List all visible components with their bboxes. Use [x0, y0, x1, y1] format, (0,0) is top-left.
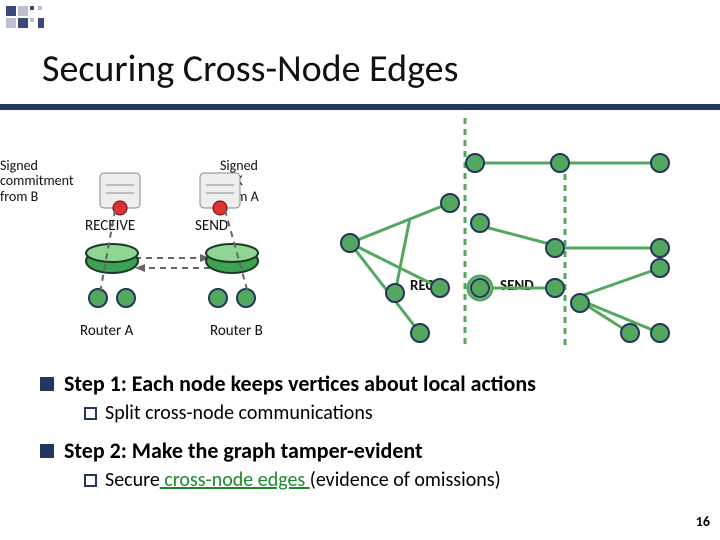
router-b-icon — [206, 244, 258, 307]
steps-list: Step 1: Each node keeps vertices about l… — [40, 370, 700, 504]
diagram-area: Signed commitment from B Signed ACK from… — [0, 118, 720, 348]
bullet-square-icon — [40, 377, 54, 391]
scroll-icon — [200, 173, 240, 215]
slide-corner-ornament — [6, 6, 44, 28]
bullet-hollow-icon — [84, 474, 97, 487]
slide-title: Securing Cross-Node Edges — [42, 46, 458, 92]
step-2-heading: Step 2: Make the graph tamper-evident — [64, 437, 423, 464]
bullet-square-icon — [40, 444, 54, 458]
page-number: 16 — [696, 513, 710, 530]
bullet-hollow-icon — [84, 407, 97, 420]
title-rule — [0, 104, 720, 110]
step-1-sub: Split cross-node communications — [105, 401, 373, 425]
scroll-icon — [100, 173, 140, 215]
step-1: Step 1: Each node keeps vertices about l… — [40, 370, 700, 425]
router-a-icon — [86, 244, 138, 307]
step-2-sub: Secure cross-node edges (evidence of omi… — [105, 468, 501, 492]
step-2: Step 2: Make the graph tamper-evident Se… — [40, 437, 700, 492]
step-1-heading: Step 1: Each node keeps vertices about l… — [64, 370, 536, 397]
evidence-link: cross-node edges — [160, 468, 310, 492]
